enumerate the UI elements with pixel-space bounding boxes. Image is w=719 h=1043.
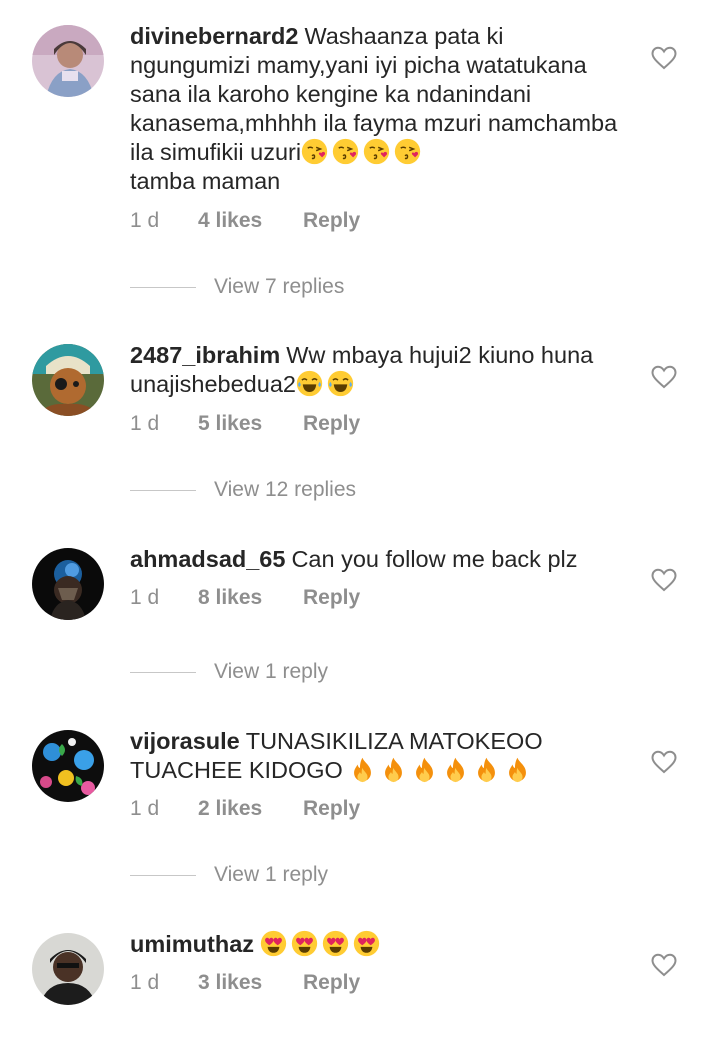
view-replies-label: View 1 reply [214,660,329,683]
reply-button[interactable]: Reply [303,971,360,995]
comment-time: 1 d [130,971,160,994]
divider-line [130,874,196,876]
emoji-group [260,931,384,957]
fire-emoji [380,756,407,783]
tears-of-joy-emoji [327,370,354,397]
kissing-heart-emoji [301,138,328,165]
comment-time: 1 d [130,797,160,820]
view-replies-button[interactable]: View 1 reply [130,862,328,888]
reply-button[interactable]: Reply [303,797,360,821]
avatar[interactable] [32,344,104,416]
view-replies-button[interactable]: View 12 replies [130,477,356,503]
heart-outline-icon[interactable] [651,953,677,977]
comment-username[interactable]: vijorasule [130,728,240,754]
view-replies-label: View 1 reply [214,863,329,886]
fire-emoji [442,756,469,783]
kissing-heart-emoji [363,138,390,165]
divider-line [130,489,196,491]
comment-time: 1 d [130,586,160,609]
emoji-group [296,371,358,397]
fire-emoji [473,756,500,783]
reply-button[interactable]: Reply [303,412,360,436]
likes-count[interactable]: 2 likes [198,797,303,821]
comment-username[interactable]: ahmadsad_65 [130,546,285,572]
view-replies-label: View 7 replies [214,275,345,298]
heart-eyes-emoji [353,930,380,957]
reply-button[interactable]: Reply [303,209,360,233]
comment-username[interactable]: 2487_ibrahim [130,342,280,368]
comment-text-tail: tamba maman [130,168,281,194]
view-replies-button[interactable]: View 1 reply [130,659,328,685]
heart-eyes-emoji [260,930,287,957]
avatar[interactable] [32,730,104,802]
heart-eyes-emoji [291,930,318,957]
view-replies-button[interactable]: View 7 replies [130,274,344,300]
heart-outline-icon[interactable] [651,568,677,592]
kissing-heart-emoji [394,138,421,165]
heart-outline-icon[interactable] [651,46,677,70]
avatar[interactable] [32,25,104,97]
comment-username[interactable]: umimuthaz [130,931,254,957]
divider-line [130,671,196,673]
avatar[interactable] [32,548,104,620]
comment-time: 1 d [130,412,160,435]
likes-count[interactable]: 3 likes [198,971,303,995]
heart-outline-icon[interactable] [651,365,677,389]
comment-time: 1 d [130,209,160,232]
fire-emoji [411,756,438,783]
reply-button[interactable]: Reply [303,586,360,610]
fire-emoji [349,756,376,783]
heart-outline-icon[interactable] [651,750,677,774]
comment-text: Can you follow me back plz [291,546,578,572]
emoji-group [301,139,425,165]
tears-of-joy-emoji [296,370,323,397]
likes-count[interactable]: 4 likes [198,209,303,233]
heart-eyes-emoji [322,930,349,957]
likes-count[interactable]: 8 likes [198,586,303,610]
divider-line [130,286,196,288]
comment-username[interactable]: divinebernard2 [130,23,298,49]
fire-emoji [504,756,531,783]
likes-count[interactable]: 5 likes [198,412,303,436]
avatar[interactable] [32,933,104,1005]
emoji-group [349,757,535,783]
kissing-heart-emoji [332,138,359,165]
view-replies-label: View 12 replies [214,478,357,501]
